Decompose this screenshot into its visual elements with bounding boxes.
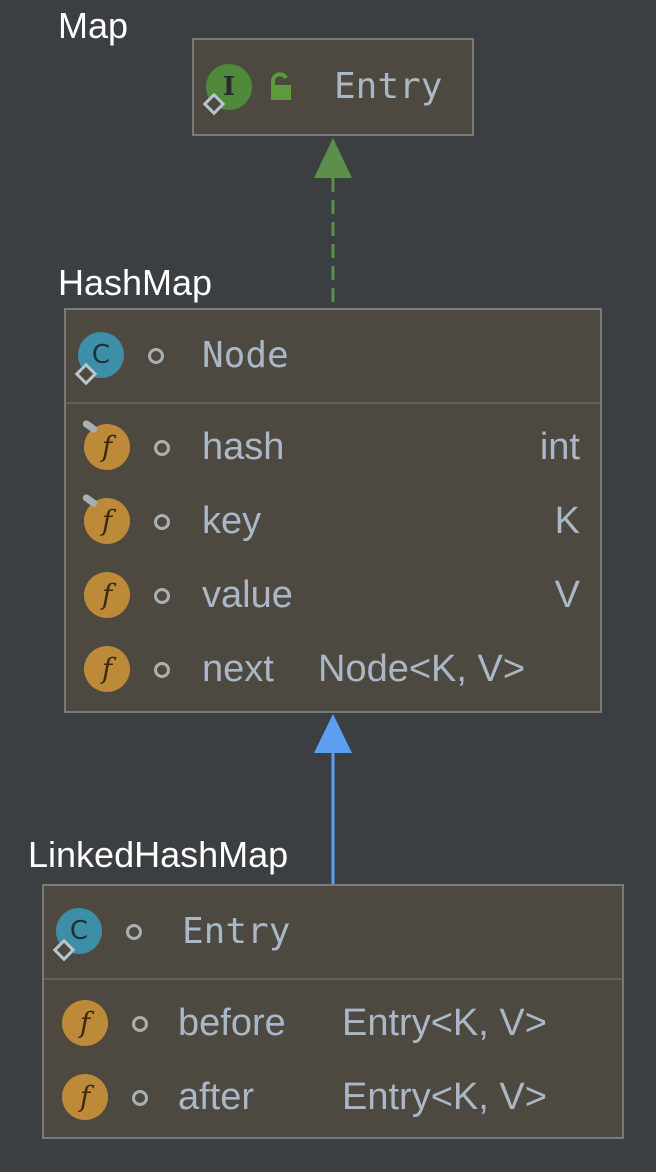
field-icon: f xyxy=(84,572,130,618)
field-icon: f xyxy=(62,1074,108,1120)
field-row[interactable]: f key K xyxy=(66,484,600,558)
package-private-icon xyxy=(154,440,170,456)
field-name: next xyxy=(202,648,274,690)
field-name: before xyxy=(178,1002,286,1044)
linkedhashmap-entry-class-box[interactable]: C Entry f before Entry<K, V> f after Ent… xyxy=(42,884,624,1139)
map-entry-header: I Entry xyxy=(194,40,472,134)
package-private-icon xyxy=(132,1016,148,1032)
package-label-hashmap: HashMap xyxy=(58,262,213,303)
field-row[interactable]: f after Entry<K, V> xyxy=(44,1060,622,1134)
extends-arrowhead xyxy=(314,714,352,753)
lhm-entry-header: C Entry xyxy=(44,886,622,980)
lhm-entry-name: Entry xyxy=(182,911,291,952)
map-entry-name: Entry xyxy=(334,66,443,107)
package-private-icon xyxy=(148,348,164,364)
node-name: Node xyxy=(202,335,289,376)
package-private-icon xyxy=(132,1090,148,1106)
package-label-linkedhashmap: LinkedHashMap xyxy=(28,834,289,875)
package-private-icon xyxy=(154,514,170,530)
field-row[interactable]: f hash int xyxy=(66,410,600,484)
field-row[interactable]: f before Entry<K, V> xyxy=(44,986,622,1060)
field-type: V xyxy=(554,574,580,616)
field-name: key xyxy=(202,500,262,542)
field-type: Entry<K, V> xyxy=(342,1002,547,1044)
field-row[interactable]: f next Node<K, V> xyxy=(66,632,600,706)
field-icon: f xyxy=(84,646,130,692)
field-name: after xyxy=(178,1076,255,1118)
field-type: Entry<K, V> xyxy=(342,1076,547,1118)
package-private-icon xyxy=(154,662,170,678)
map-entry-interface-box[interactable]: I Entry xyxy=(192,38,474,136)
node-header: C Node xyxy=(66,310,600,404)
lhm-entry-fields: f before Entry<K, V> f after Entry<K, V> xyxy=(44,980,622,1134)
package-label-map: Map xyxy=(58,5,129,46)
package-private-icon xyxy=(126,924,142,940)
node-fields: f hash int f key K f value V f next Node… xyxy=(66,404,600,706)
hashmap-node-class-box[interactable]: C Node f hash int f key K f value V f ne… xyxy=(64,308,602,713)
public-lock-icon xyxy=(271,72,291,100)
package-private-icon xyxy=(154,588,170,604)
field-type: K xyxy=(554,500,580,542)
field-row[interactable]: f value V xyxy=(66,558,600,632)
field-type: Node<K, V> xyxy=(318,648,526,690)
implements-arrowhead xyxy=(314,138,352,178)
field-type: int xyxy=(539,426,580,468)
field-name: hash xyxy=(202,426,285,468)
field-icon: f xyxy=(62,1000,108,1046)
field-name: value xyxy=(202,574,293,616)
